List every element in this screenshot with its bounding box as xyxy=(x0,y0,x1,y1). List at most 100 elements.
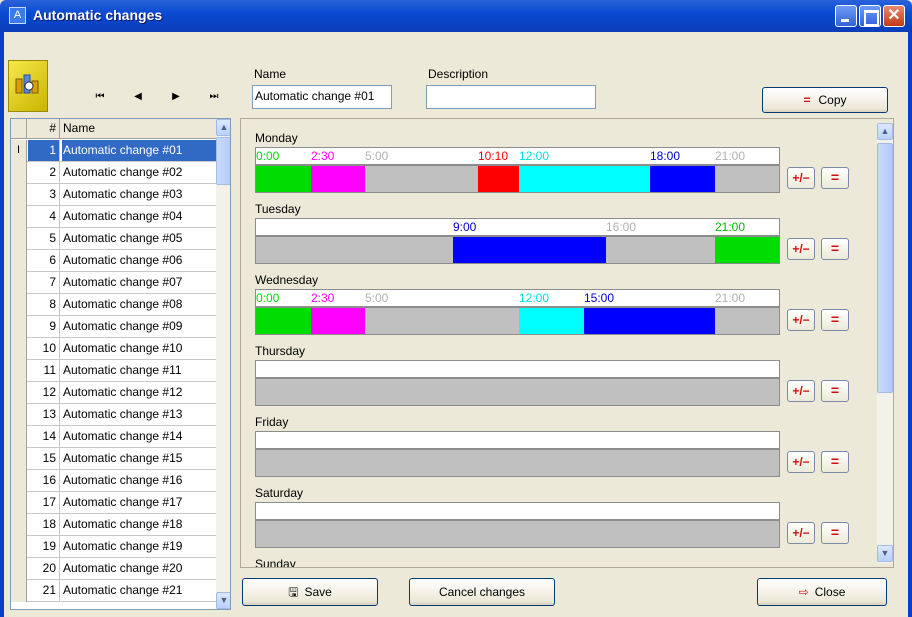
table-row[interactable]: 12 Automatic change #12 xyxy=(11,382,216,404)
schedule-scroll-down-button[interactable]: ▼ xyxy=(877,545,893,562)
table-row[interactable]: 18 Automatic change #18 xyxy=(11,514,216,536)
timeline-bar[interactable] xyxy=(255,378,780,406)
row-indicator[interactable] xyxy=(11,360,27,382)
copy-day-button[interactable]: = xyxy=(821,309,849,331)
table-row[interactable]: 17 Automatic change #17 xyxy=(11,492,216,514)
table-row[interactable]: 9 Automatic change #09 xyxy=(11,316,216,338)
row-indicator[interactable] xyxy=(11,206,27,228)
add-remove-interval-button[interactable]: +/− xyxy=(787,451,815,473)
close-window-button[interactable]: ✕ xyxy=(883,5,905,27)
timeline-segment[interactable] xyxy=(365,166,478,192)
row-indicator[interactable] xyxy=(11,272,27,294)
row-indicator[interactable]: I xyxy=(11,140,27,162)
add-remove-interval-button[interactable]: +/− xyxy=(787,167,815,189)
copy-day-button[interactable]: = xyxy=(821,380,849,402)
row-indicator[interactable] xyxy=(11,558,27,580)
minimize-button[interactable] xyxy=(835,5,857,27)
timeline-bar[interactable] xyxy=(255,165,780,193)
row-indicator[interactable] xyxy=(11,162,27,184)
maximize-button[interactable] xyxy=(859,5,881,27)
timeline-segment[interactable] xyxy=(311,166,365,192)
timeline-segment[interactable] xyxy=(256,166,311,192)
copy-day-button[interactable]: = xyxy=(821,238,849,260)
timeline-segment[interactable] xyxy=(715,166,779,192)
timeline-segment[interactable] xyxy=(478,166,519,192)
schedule-scroll-thumb[interactable] xyxy=(877,143,893,393)
table-row[interactable]: 7 Automatic change #07 xyxy=(11,272,216,294)
row-indicator[interactable] xyxy=(11,228,27,250)
scroll-thumb[interactable] xyxy=(216,137,230,185)
row-indicator[interactable] xyxy=(11,316,27,338)
description-input[interactable] xyxy=(426,85,596,109)
timeline-segment[interactable] xyxy=(519,166,650,192)
row-indicator[interactable] xyxy=(11,426,27,448)
table-row[interactable]: 14 Automatic change #14 xyxy=(11,426,216,448)
add-remove-interval-button[interactable]: +/− xyxy=(787,309,815,331)
schedule-scroll-up-button[interactable]: ▲ xyxy=(877,123,893,140)
name-input[interactable]: Automatic change #01 xyxy=(252,85,392,109)
row-indicator[interactable] xyxy=(11,492,27,514)
table-row[interactable]: 20 Automatic change #20 xyxy=(11,558,216,580)
timeline-bar[interactable] xyxy=(255,236,780,264)
nav-next-button[interactable]: ▶ xyxy=(168,90,184,104)
scroll-up-button[interactable]: ▲ xyxy=(216,119,230,136)
timeline-segment[interactable] xyxy=(453,237,606,263)
table-row[interactable]: 11 Automatic change #11 xyxy=(11,360,216,382)
nav-last-button[interactable]: ⏭ xyxy=(206,90,222,104)
row-indicator[interactable] xyxy=(11,294,27,316)
timeline-bar[interactable] xyxy=(255,520,780,548)
timeline-segment[interactable] xyxy=(311,308,365,334)
nav-first-button[interactable]: ⏮ xyxy=(92,90,108,104)
timeline-segment[interactable] xyxy=(256,237,453,263)
timeline-segment[interactable] xyxy=(606,237,715,263)
row-indicator[interactable] xyxy=(11,250,27,272)
close-button[interactable]: ⇨ Close xyxy=(757,578,887,606)
scroll-down-button[interactable]: ▼ xyxy=(216,592,230,609)
table-row[interactable]: 8 Automatic change #08 xyxy=(11,294,216,316)
copy-day-button[interactable]: = xyxy=(821,522,849,544)
add-remove-interval-button[interactable]: +/− xyxy=(787,238,815,260)
grid-scrollbar[interactable]: ▲ ▼ xyxy=(216,119,230,609)
table-row[interactable]: 19 Automatic change #19 xyxy=(11,536,216,558)
timeline-segment[interactable] xyxy=(650,166,715,192)
save-button[interactable]: 🖫 Save xyxy=(242,578,378,606)
copy-day-button[interactable]: = xyxy=(821,451,849,473)
table-row[interactable]: 4 Automatic change #04 xyxy=(11,206,216,228)
changes-grid[interactable]: # Name I 1 Automatic change #01 2 Automatic … xyxy=(10,118,231,610)
timeline-segment[interactable] xyxy=(715,308,779,334)
timeline-segment[interactable] xyxy=(365,308,519,334)
add-remove-interval-button[interactable]: +/− xyxy=(787,522,815,544)
cancel-changes-button[interactable]: Cancel changes xyxy=(409,578,555,606)
column-header-name[interactable]: Name xyxy=(62,119,95,139)
row-indicator[interactable] xyxy=(11,470,27,492)
timeline-segment[interactable] xyxy=(519,308,584,334)
row-indicator[interactable] xyxy=(11,448,27,470)
table-row[interactable]: 15 Automatic change #15 xyxy=(11,448,216,470)
timeline-segment[interactable] xyxy=(584,308,715,334)
schedule-panel[interactable]: Monday 0:00 2:30 5:00 10:10 12:00 18:00 21:00 +/… xyxy=(240,118,894,568)
column-header-number[interactable]: # xyxy=(28,119,60,139)
row-indicator[interactable] xyxy=(11,404,27,426)
row-indicator[interactable] xyxy=(11,536,27,558)
title-bar[interactable]: A Automatic changes ✕ xyxy=(0,0,912,32)
copy-button[interactable]: = Copy xyxy=(762,87,888,113)
copy-day-button[interactable]: = xyxy=(821,167,849,189)
row-indicator[interactable] xyxy=(11,382,27,404)
row-indicator[interactable] xyxy=(11,580,27,602)
schedule-scrollbar[interactable]: ▲ ▼ xyxy=(877,123,893,563)
table-row[interactable]: 13 Automatic change #13 xyxy=(11,404,216,426)
timeline-bar[interactable] xyxy=(255,449,780,477)
table-row[interactable]: 16 Automatic change #16 xyxy=(11,470,216,492)
table-row[interactable]: 21 Automatic change #21 xyxy=(11,580,216,602)
row-indicator[interactable] xyxy=(11,514,27,536)
table-row[interactable]: 5 Automatic change #05 xyxy=(11,228,216,250)
row-indicator[interactable] xyxy=(11,184,27,206)
table-row[interactable]: 10 Automatic change #10 xyxy=(11,338,216,360)
timeline-segment[interactable] xyxy=(256,308,311,334)
timeline-segment[interactable] xyxy=(715,237,779,263)
nav-prev-button[interactable]: ◀ xyxy=(130,90,146,104)
row-indicator[interactable] xyxy=(11,338,27,360)
table-row[interactable]: 2 Automatic change #02 xyxy=(11,162,216,184)
table-row[interactable]: I 1 Automatic change #01 xyxy=(11,140,216,162)
add-remove-interval-button[interactable]: +/− xyxy=(787,380,815,402)
